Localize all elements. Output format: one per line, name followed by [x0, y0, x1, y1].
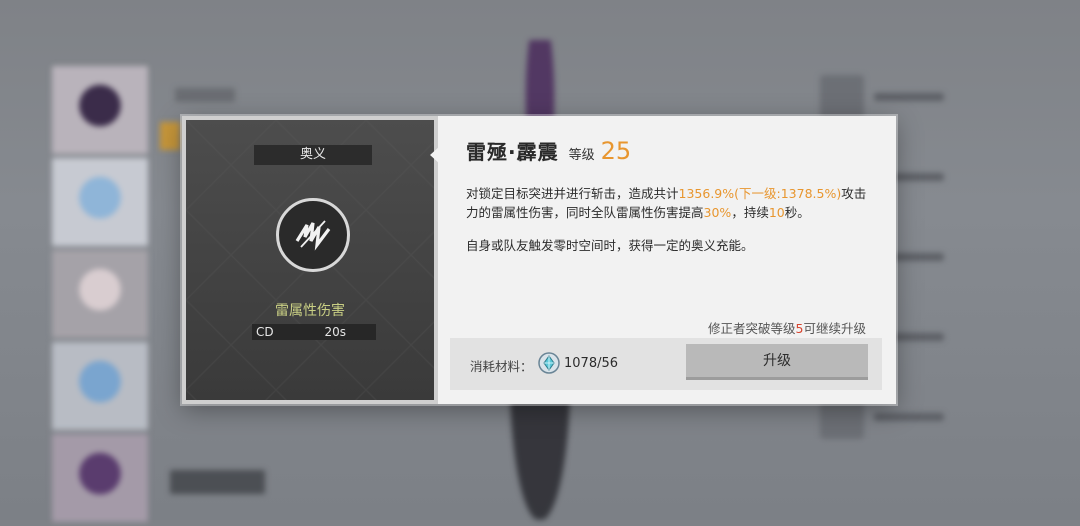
upgrade-button[interactable]: 升级	[686, 344, 868, 380]
cost-bar: 消耗材料： 1078/56 升级	[450, 338, 882, 390]
desc-text: 秒。	[784, 205, 810, 220]
skill-line	[874, 93, 944, 101]
desc-highlight: 1356.9%(下一级:1378.5%)	[678, 186, 842, 201]
description-paragraph: 对锁定目标突进并进行斩击，造成共计1356.9%(下一级:1378.5%)攻击力…	[466, 184, 876, 222]
character-portrait[interactable]	[52, 250, 148, 338]
character-portrait[interactable]	[52, 66, 148, 154]
background-button[interactable]	[170, 470, 265, 494]
breakthrough-text: 可继续升级	[803, 321, 866, 336]
character-portrait[interactable]	[52, 434, 148, 522]
breakthrough-text: 修正者突破等级	[708, 321, 796, 336]
background-label	[175, 88, 235, 102]
lightning-slash-icon	[276, 198, 350, 272]
cooldown-value: 20s	[324, 325, 346, 339]
character-portrait[interactable]	[52, 342, 148, 430]
material-label: 消耗材料：	[470, 359, 533, 374]
material-count: 1078/56	[564, 356, 619, 371]
character-portrait[interactable]	[52, 158, 148, 246]
description-paragraph: 自身或队友触发零时空间时，获得一定的奥义充能。	[466, 238, 754, 253]
skill-type-label: 奥义	[254, 145, 372, 165]
skill-summary-panel: 奥义 雷属性伤害 CD 20s	[182, 116, 438, 404]
desc-text: ，持续	[731, 205, 769, 220]
desc-highlight: 10	[768, 205, 785, 220]
skill-thumb	[820, 75, 864, 119]
level-value: 25	[600, 137, 632, 165]
character-portrait-list	[52, 66, 148, 526]
skill-name: 雷殛·霹震	[466, 140, 559, 164]
breakthrough-requirement: 修正者突破等级5可继续升级	[708, 318, 866, 337]
material-crystal-icon	[537, 351, 561, 375]
material-crystal-glyph	[538, 352, 560, 374]
damage-type-label: 雷属性伤害	[275, 303, 345, 319]
skill-line	[874, 413, 944, 421]
skill-title-row: 雷殛·霹震 等级 25	[466, 136, 631, 165]
skill-upgrade-modal: 奥义 雷属性伤害 CD 20s 雷殛·霹震 等级 25 对锁定目标突进并进行斩击…	[182, 116, 896, 404]
cooldown-label: CD	[256, 325, 274, 339]
lightning-slash-glyph	[295, 220, 331, 251]
cooldown-bar: CD 20s	[252, 324, 376, 340]
desc-text: 对锁定目标突进并进行斩击，造成共计	[466, 186, 679, 201]
skill-detail-panel: 雷殛·霹震 等级 25 对锁定目标突进并进行斩击，造成共计1356.9%(下一级…	[438, 116, 896, 404]
background-tab-marker	[160, 122, 180, 150]
level-label: 等级	[568, 148, 595, 163]
skill-description: 对锁定目标突进并进行斩击，造成共计1356.9%(下一级:1378.5%)攻击力…	[466, 184, 876, 255]
desc-highlight: 30%	[703, 205, 732, 220]
